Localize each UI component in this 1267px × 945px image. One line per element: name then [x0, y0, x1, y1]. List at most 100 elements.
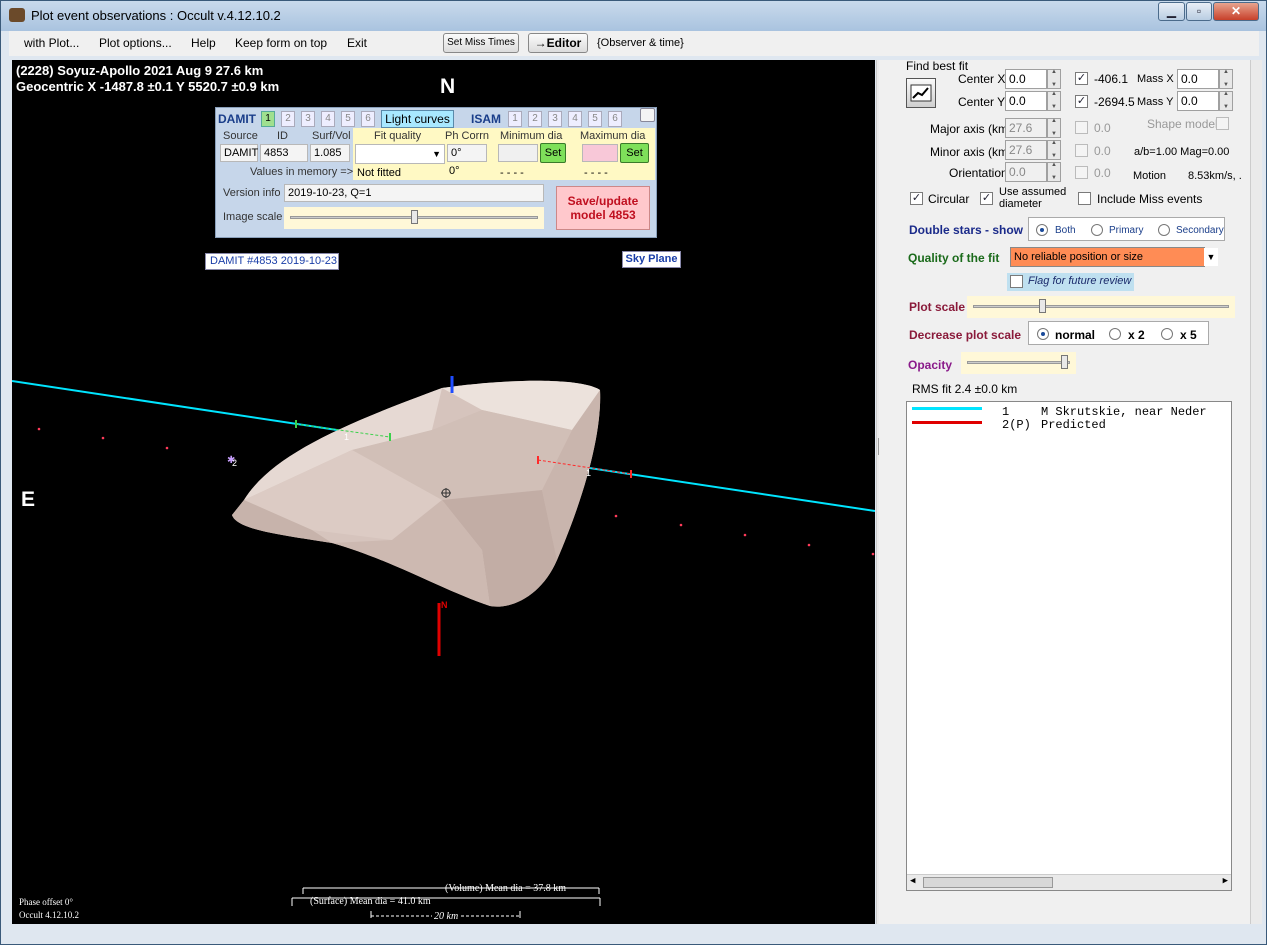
damit-model-1[interactable]: 1 — [261, 111, 275, 127]
isam-model-1[interactable]: 1 — [508, 111, 522, 127]
isam-model-5[interactable]: 5 — [588, 111, 602, 127]
include-miss-checkbox[interactable] — [1078, 192, 1091, 205]
quality-fit-select[interactable]: No reliable position or size ▼ — [1010, 247, 1218, 267]
shape-model-checkbox[interactable] — [1216, 117, 1229, 130]
image-scale-slider[interactable] — [284, 207, 544, 229]
find-best-fit-button[interactable] — [906, 78, 936, 108]
version-label: Occult 4.12.10.2 — [19, 910, 79, 920]
opacity-thumb[interactable] — [1061, 355, 1068, 369]
plot-canvas[interactable]: ✱ (2228) Soyuz-Apollo 2021 Aug 9 27.6 km… — [12, 60, 875, 924]
fit-y-checkbox[interactable]: ✓ — [1075, 95, 1088, 108]
orientation-spinner[interactable] — [1047, 162, 1061, 182]
observer-time-label: {Observer & time} — [597, 37, 684, 49]
save-update-model-button[interactable]: Save/update model 4853 — [556, 186, 650, 230]
menu-exit[interactable]: Exit — [347, 36, 367, 50]
minor-axis-input[interactable]: 27.6 — [1005, 140, 1047, 160]
motion-value: 8.53km/s, . — [1188, 170, 1242, 182]
major-axis-spinner[interactable] — [1047, 118, 1061, 138]
x5-scale-label: x 5 — [1180, 328, 1197, 342]
isam-model-4[interactable]: 4 — [568, 111, 582, 127]
damit-panel-toggle[interactable] — [640, 108, 655, 122]
max-dia-field[interactable] — [582, 144, 618, 162]
editor-button[interactable]: →Editor — [528, 33, 588, 53]
major-axis-checkbox[interactable] — [1075, 121, 1088, 134]
scroll-right-icon[interactable]: ▶ — [1223, 876, 1228, 886]
opacity-slider[interactable] — [961, 352, 1076, 374]
north-axis-label: N — [441, 600, 448, 610]
min-dia-field[interactable] — [498, 144, 538, 162]
plot-header-line2: Geocentric X -1487.8 ±0.1 Y 5520.7 ±0.9 … — [16, 79, 280, 94]
quality-fit-label: Quality of the fit — [908, 251, 1000, 265]
image-scale-thumb[interactable] — [411, 210, 418, 224]
min-dia-set-button[interactable]: Set — [540, 143, 566, 163]
center-y-spinner[interactable] — [1047, 91, 1061, 111]
circular-checkbox[interactable]: ✓ — [910, 192, 923, 205]
damit-model-5[interactable]: 5 — [341, 111, 355, 127]
mass-y-input[interactable]: 0.0 — [1177, 91, 1219, 111]
both-label: Both — [1055, 225, 1076, 236]
major-axis-input[interactable]: 27.6 — [1005, 118, 1047, 138]
x2-scale-radio[interactable] — [1109, 328, 1121, 340]
orientation-checkbox[interactable] — [1075, 166, 1088, 179]
menu-bar: with Plot... Plot options... Help Keep f… — [9, 31, 1259, 56]
memory-min-dia: - - - - — [500, 167, 524, 179]
light-curves-button[interactable]: Light curves — [381, 110, 454, 128]
ph-corrn-field[interactable]: 0° — [447, 144, 487, 162]
flag-review-label: Flag for future review — [1028, 275, 1132, 287]
secondary-radio[interactable] — [1158, 224, 1170, 236]
x5-scale-radio[interactable] — [1161, 328, 1173, 340]
plot-scale-slider[interactable] — [967, 296, 1235, 318]
center-x-input[interactable]: 0.0 — [1005, 69, 1047, 89]
normal-scale-radio[interactable] — [1037, 328, 1049, 340]
close-button[interactable]: ✕ — [1213, 2, 1259, 21]
mass-x-input[interactable]: 0.0 — [1177, 69, 1219, 89]
mass-x-spinner[interactable] — [1219, 69, 1233, 89]
damit-model-4[interactable]: 4 — [321, 111, 335, 127]
minor-axis-spinner[interactable] — [1047, 140, 1061, 160]
damit-model-2[interactable]: 2 — [281, 111, 295, 127]
primary-radio[interactable] — [1091, 224, 1103, 236]
plot-scale-thumb[interactable] — [1039, 299, 1046, 313]
plot-scale-label: Plot scale — [909, 300, 966, 314]
menu-plot-options[interactable]: Plot options... — [99, 36, 172, 50]
menu-help[interactable]: Help — [191, 36, 216, 50]
menu-keep-on-top[interactable]: Keep form on top — [235, 36, 327, 50]
legend-line-2 — [912, 421, 982, 424]
use-assumed-checkbox[interactable]: ✓ — [980, 192, 993, 205]
mass-y-spinner[interactable] — [1219, 91, 1233, 111]
observer-legend-list[interactable]: 1 M Skrutskie, near Neder 2(P) Predicted… — [906, 401, 1232, 891]
legend-hscroll-thumb[interactable] — [923, 877, 1053, 888]
major-axis-fit: 0.0 — [1094, 121, 1111, 135]
legend-name-2: Predicted — [1041, 418, 1106, 432]
sky-plane-label: Sky Plane — [622, 251, 681, 268]
center-y-input[interactable]: 0.0 — [1005, 91, 1047, 111]
flag-review-checkbox[interactable] — [1010, 275, 1023, 288]
legend-hscroll[interactable]: ◀ ▶ — [907, 874, 1231, 890]
damit-model-3[interactable]: 3 — [301, 111, 315, 127]
window-vscroll[interactable] — [1250, 60, 1262, 924]
chord-label-1: 1 — [344, 432, 350, 442]
isam-model-3[interactable]: 3 — [548, 111, 562, 127]
legend-num-2: 2(P) — [1002, 418, 1031, 432]
legend-name-1: M Skrutskie, near Neder — [1041, 405, 1207, 419]
isam-model-2[interactable]: 2 — [528, 111, 542, 127]
minimize-button[interactable]: ▁ — [1158, 2, 1185, 21]
orientation-input[interactable]: 0.0 — [1005, 162, 1047, 182]
version-info-label: Version info — [223, 187, 281, 199]
set-miss-times-button[interactable]: Set Miss Times — [443, 33, 519, 53]
center-x-spinner[interactable] — [1047, 69, 1061, 89]
isam-model-6[interactable]: 6 — [608, 111, 622, 127]
fit-x-checkbox[interactable]: ✓ — [1075, 72, 1088, 85]
damit-model-6[interactable]: 6 — [361, 111, 375, 127]
fit-quality-select[interactable]: ▼ — [355, 144, 445, 164]
menu-with-plot[interactable]: with Plot... — [24, 36, 79, 50]
maximize-button[interactable]: ▫ — [1186, 2, 1212, 21]
both-radio[interactable] — [1036, 224, 1048, 236]
minor-axis-checkbox[interactable] — [1075, 144, 1088, 157]
legend-num-1: 1 — [1002, 405, 1010, 419]
legend-line-1 — [912, 407, 982, 410]
scroll-left-icon[interactable]: ◀ — [910, 876, 915, 886]
mass-x-label: Mass X — [1137, 73, 1174, 85]
max-dia-set-button[interactable]: Set — [620, 143, 649, 163]
chevron-down-icon: ▼ — [432, 149, 441, 159]
